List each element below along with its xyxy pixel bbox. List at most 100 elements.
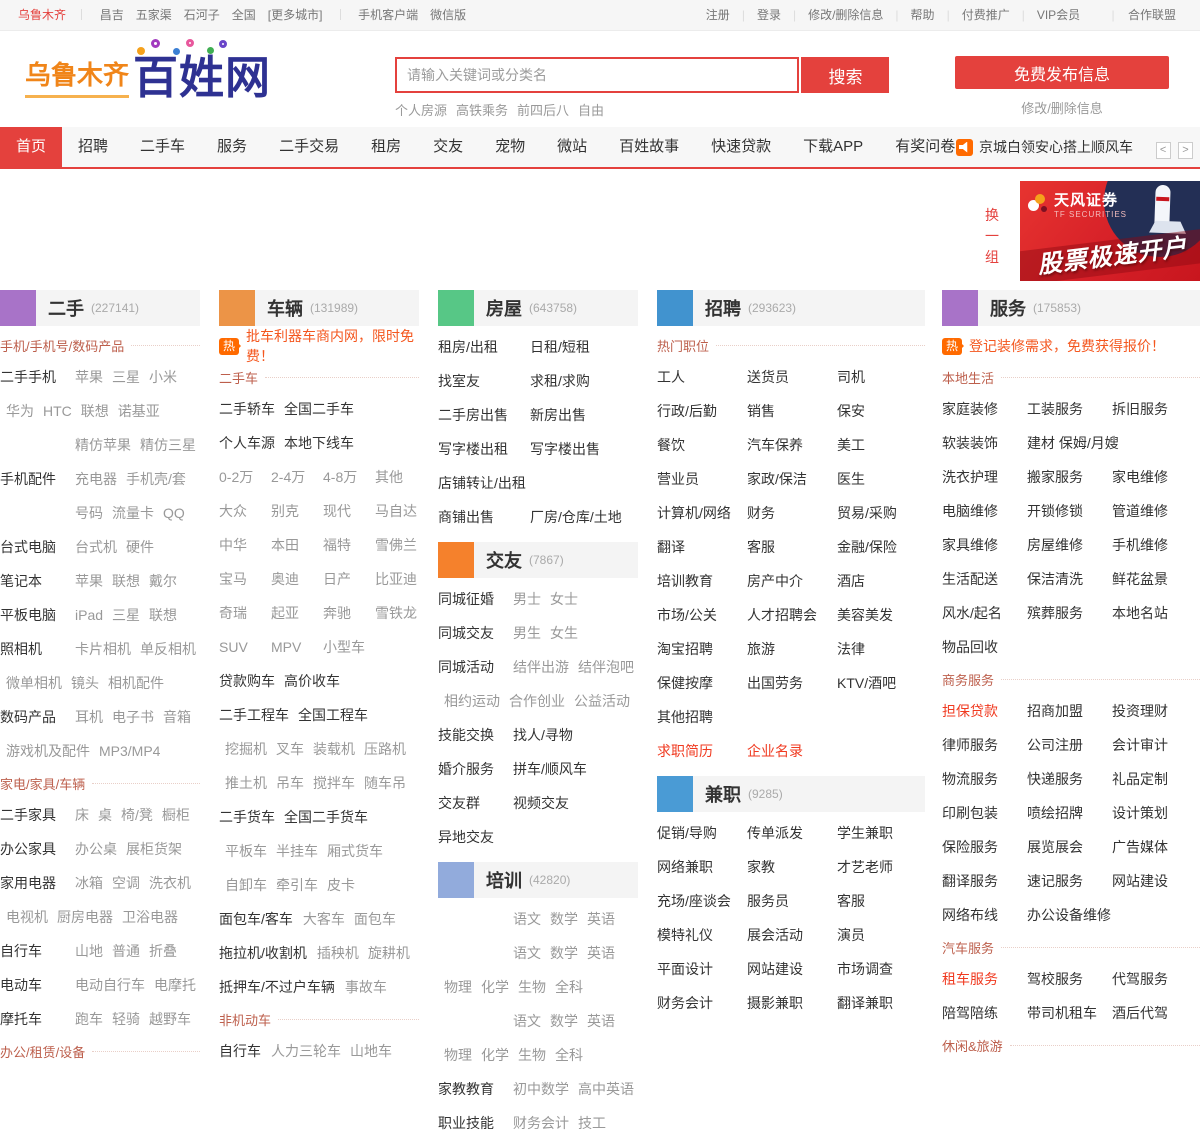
category-link[interactable]: 网络兼职 (657, 850, 747, 884)
category-link[interactable]: 酒后代驾 (1112, 996, 1197, 1030)
category-title[interactable]: 培训 (486, 867, 522, 893)
sub-link[interactable]: 椅/凳 (121, 807, 153, 823)
category-link[interactable]: 面包车/客车 (219, 911, 293, 927)
sub-link[interactable]: 全科 (555, 1047, 583, 1063)
promo-link[interactable]: 登记装修需求，免费获得报价！ (969, 336, 1165, 356)
sub-link[interactable]: 联想 (81, 403, 109, 419)
category-link[interactable]: 网络布线 (942, 898, 1027, 932)
topbar-app-link[interactable]: 手机客户端 (358, 8, 418, 22)
sub-link[interactable]: HTC (43, 403, 72, 419)
sub-link[interactable]: 精仿三星 (140, 437, 196, 453)
category-link[interactable]: 旅游 (747, 632, 837, 666)
sub-link[interactable]: 物理 (444, 979, 472, 995)
category-link[interactable]: 交友群 (438, 786, 513, 820)
sub-link[interactable]: 0-2万 (219, 460, 271, 494)
sub-link[interactable]: 电子书 (112, 709, 154, 725)
category-link[interactable]: 软装装饰 (942, 426, 1027, 460)
category-link[interactable]: 拖拉机/收割机 (219, 945, 307, 961)
ticker-link[interactable]: 京城白领安心搭上顺风车 (979, 137, 1133, 157)
sub-link[interactable]: 平板车 (225, 843, 267, 859)
category-link[interactable]: 家电维修 (1112, 460, 1197, 494)
sub-link[interactable]: 相约运动 (444, 693, 500, 709)
category-link[interactable]: 婚介服务 (438, 752, 513, 786)
sub-link[interactable]: 大客车 (303, 911, 345, 927)
sub-link[interactable]: 床 (75, 807, 89, 823)
category-link[interactable]: 手机维修 (1112, 528, 1197, 562)
category-link[interactable]: 服务员 (747, 884, 837, 918)
category-link[interactable]: 办公家具 (0, 832, 75, 866)
category-link[interactable]: 个人车源 (219, 435, 275, 451)
category-link[interactable]: 贸易/采购 (837, 496, 925, 530)
sub-link[interactable]: 戴尔 (149, 573, 177, 589)
category-link[interactable]: 房产中介 (747, 564, 837, 598)
category-link[interactable]: 拆旧服务 (1112, 392, 1197, 426)
sub-link[interactable]: 台式机 (75, 539, 117, 555)
category-link[interactable]: 带司机租车 (1027, 996, 1112, 1030)
category-link[interactable]: 驾校服务 (1027, 962, 1112, 996)
sub-link[interactable]: 女士 (550, 591, 578, 607)
sub-link[interactable]: 英语 (587, 1013, 615, 1029)
nav-item[interactable]: 二手交易 (263, 127, 355, 167)
category-link[interactable]: 投资理财 (1112, 694, 1197, 728)
category-link[interactable]: 求租/求购 (530, 364, 622, 398)
sub-link[interactable]: 苹果 (75, 573, 103, 589)
sub-link[interactable]: 普通 (112, 943, 140, 959)
sub-link[interactable]: 雪佛兰 (375, 528, 419, 562)
sub-link[interactable]: 洗衣机 (149, 875, 191, 891)
category-link[interactable]: 模特礼仪 (657, 918, 747, 952)
search-hotword[interactable]: 自由 (578, 103, 604, 118)
nav-item[interactable]: 下载APP (787, 127, 879, 167)
category-link[interactable]: 企业名录 (747, 734, 837, 768)
sub-link[interactable]: 插秧机 (317, 945, 359, 961)
sub-link[interactable]: 空调 (112, 875, 140, 891)
category-link[interactable]: 家用电器 (0, 866, 75, 900)
post-ad-button[interactable]: 免费发布信息 (955, 56, 1169, 89)
sub-link[interactable]: 本田 (271, 528, 323, 562)
sub-link[interactable]: 卡片相机 (75, 641, 131, 657)
category-link[interactable]: 客服 (837, 884, 925, 918)
category-link[interactable]: 传单派发 (747, 816, 837, 850)
sub-link[interactable]: 压路机 (364, 741, 406, 757)
topbar-city-link[interactable]: 石河子 (184, 8, 220, 22)
sub-link[interactable]: iPad (75, 607, 103, 623)
category-link[interactable]: 搬家服务 (1027, 460, 1112, 494)
category-link[interactable]: 租车服务 (942, 962, 1027, 996)
category-link[interactable]: 技能交换 (438, 718, 513, 752)
topbar-link-partner[interactable]: 合作联盟 (1128, 8, 1176, 22)
category-link[interactable]: 二手轿车 (219, 401, 275, 417)
sub-link[interactable]: 单反相机 (140, 641, 196, 657)
sub-link[interactable]: 冰箱 (75, 875, 103, 891)
category-link[interactable]: 店铺转让/出租 (438, 466, 530, 500)
sub-link[interactable]: 展柜货架 (126, 841, 182, 857)
category-link[interactable]: 展览展会 (1027, 830, 1112, 864)
category-link[interactable]: 自行车 (0, 934, 75, 968)
category-link[interactable]: 代驾服务 (1112, 962, 1197, 996)
change-group-button[interactable]: 换一组 (984, 205, 1000, 268)
category-link[interactable]: 客服 (747, 530, 837, 564)
sub-link[interactable]: 联想 (149, 607, 177, 623)
category-link[interactable]: 汽车保养 (747, 428, 837, 462)
category-link[interactable]: 美工 (837, 428, 925, 462)
sub-link[interactable]: 女生 (550, 625, 578, 641)
topbar-app-link[interactable]: 微信版 (430, 8, 466, 22)
sub-link[interactable]: 英语 (587, 911, 615, 927)
sub-link[interactable]: 人力三轮车 (271, 1043, 341, 1059)
category-link[interactable]: 演员 (837, 918, 925, 952)
category-title[interactable]: 兼职 (705, 781, 741, 807)
category-title[interactable]: 二手 (48, 295, 84, 321)
sub-link[interactable]: 游戏机及配件 (6, 743, 90, 759)
category-link[interactable]: 财务 (747, 496, 837, 530)
sub-link[interactable]: 厢式货车 (327, 843, 383, 859)
topbar-user-link[interactable]: 注册 (706, 8, 730, 22)
category-link[interactable]: 办公设备维修 (1027, 898, 1112, 932)
sub-link[interactable]: 视频交友 (513, 795, 569, 811)
sub-link[interactable]: 推土机 (225, 775, 267, 791)
category-link[interactable]: 抵押车/不过户车辆 (219, 979, 335, 995)
topbar-user-link[interactable]: VIP会员 (1037, 8, 1080, 22)
nav-item[interactable]: 微站 (541, 127, 603, 167)
category-link[interactable]: 求职简历 (657, 734, 747, 768)
category-link[interactable]: 喷绘招牌 (1027, 796, 1112, 830)
sub-link[interactable]: MPV (271, 630, 323, 664)
sub-link[interactable]: 大众 (219, 494, 271, 528)
category-link[interactable]: 翻译服务 (942, 864, 1027, 898)
